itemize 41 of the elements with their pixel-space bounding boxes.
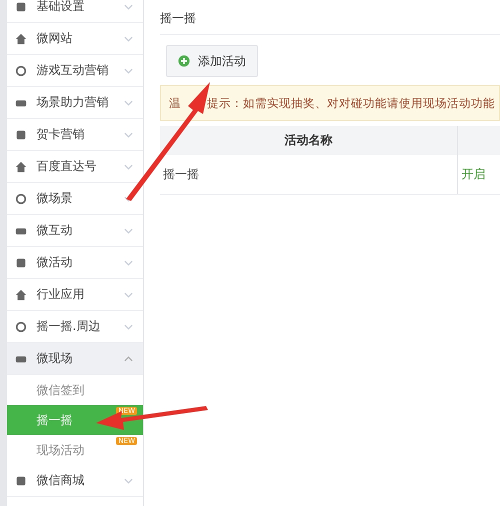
- menu-item[interactable]: 游戏互动营销: [6, 55, 143, 87]
- tip-text: 温: [169, 95, 181, 112]
- chevron-icon: [124, 68, 133, 74]
- table-cell: 开启: [458, 155, 500, 194]
- table-cell: 摇一摇: [160, 155, 458, 194]
- chevron-icon: [124, 260, 133, 266]
- menu-item[interactable]: 微现场: [6, 343, 143, 375]
- menu-icon: [14, 128, 27, 140]
- menu-icon: [14, 474, 27, 486]
- chevron-icon: [124, 4, 133, 10]
- menu-item[interactable]: 行业应用: [6, 279, 143, 311]
- menu-item[interactable]: 微网站: [6, 23, 143, 55]
- menu-icon: [14, 256, 27, 268]
- menu-icon: [14, 64, 27, 76]
- menu-icon: [14, 0, 27, 12]
- menu-icon: [14, 320, 27, 332]
- column-header: 活动名称: [160, 126, 458, 155]
- chevron-icon: [124, 228, 133, 234]
- menu-item[interactable]: 场景助力营销: [6, 87, 143, 119]
- menu-icon: [14, 32, 27, 44]
- menu-item[interactable]: 微活动: [6, 247, 143, 279]
- tip-text: 提示：如需实现抽奖、对对碰功能请使用现场活动功能: [207, 95, 495, 112]
- menu-icon: [14, 192, 27, 204]
- menu-icon: [14, 160, 27, 172]
- menu-icon: [14, 288, 27, 300]
- menu-item[interactable]: 微信商城: [6, 465, 143, 497]
- chevron-icon: [124, 356, 133, 362]
- chevron-icon: [124, 478, 133, 484]
- menu-item[interactable]: 微互动: [6, 215, 143, 247]
- chevron-icon: [124, 36, 133, 42]
- menu-item[interactable]: 贺卡营销: [6, 119, 143, 151]
- submenu-item[interactable]: 微信签到: [6, 375, 143, 405]
- add-activity-button[interactable]: 添加活动: [166, 45, 258, 77]
- add-icon: [178, 55, 190, 67]
- chevron-icon: [124, 324, 133, 330]
- chevron-icon: [124, 164, 133, 170]
- chevron-icon: [124, 132, 133, 138]
- chevron-icon: [124, 292, 133, 298]
- page-title: 摇一摇: [160, 0, 500, 35]
- chevron-icon: [124, 100, 133, 106]
- menu-item[interactable]: 基础设置: [6, 0, 143, 23]
